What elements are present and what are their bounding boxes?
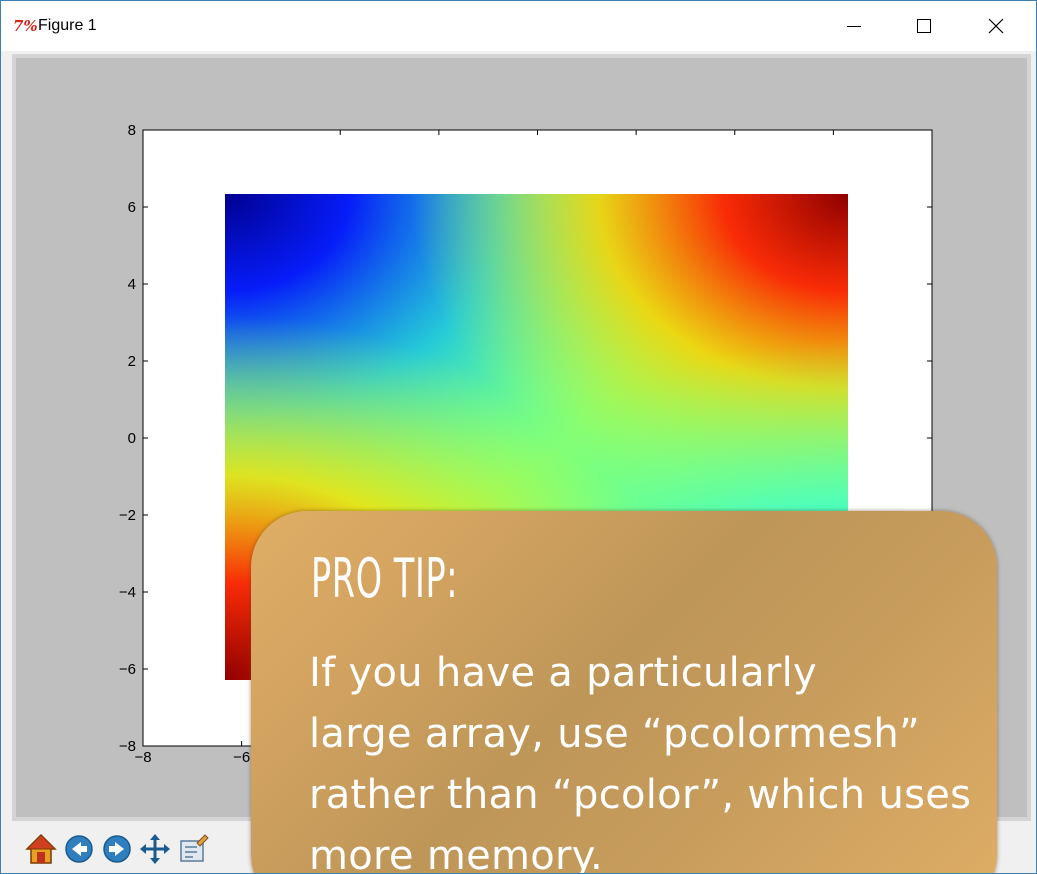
zoom-button[interactable] [175, 831, 211, 867]
home-button[interactable] [23, 831, 59, 867]
y-tick-label: 0 [128, 430, 136, 447]
maximize-icon [917, 19, 931, 33]
back-button[interactable] [61, 831, 97, 867]
minimize-button[interactable] [831, 1, 877, 51]
y-tick-label: −2 [119, 507, 136, 524]
forward-icon [103, 835, 131, 863]
zoom-icon [180, 834, 209, 862]
window-title: Figure 1 [38, 17, 97, 34]
pro-tip-body: If you have a particularly large array, … [309, 643, 1009, 874]
y-tick-label: 4 [128, 276, 136, 293]
close-icon [988, 18, 1004, 34]
y-tick-label: 8 [128, 122, 136, 139]
pro-tip-line: large array, use “pcolormesh” [309, 711, 921, 757]
home-icon [25, 833, 57, 864]
x-tick-label: −6 [233, 749, 250, 766]
pro-tip-line: more memory. [309, 833, 604, 874]
maximize-button[interactable] [901, 1, 947, 51]
pan-button[interactable] [137, 831, 173, 867]
y-tick-label: −6 [119, 661, 136, 678]
minimize-icon [847, 26, 861, 27]
pro-tip-card: PRO TIP: If you have a particularly larg… [251, 511, 997, 873]
tk-feather-icon: 7% [13, 17, 38, 35]
y-tick-label: 2 [128, 353, 136, 370]
close-button[interactable] [973, 1, 1019, 51]
x-tick-label: −8 [134, 749, 151, 766]
pro-tip-line: rather than “pcolor”, which uses [309, 772, 972, 818]
pro-tip-title: PRO TIP: [311, 547, 459, 610]
app-window: 7% Figure 1 8 6 4 2 0 −2 −4 −6 −8 −8 −6 … [0, 0, 1037, 874]
forward-button[interactable] [99, 831, 135, 867]
y-tick-label: −4 [119, 584, 136, 601]
back-icon [65, 835, 93, 863]
y-tick-label: 6 [128, 199, 136, 216]
y-tick-label: −8 [119, 738, 136, 755]
title-bar[interactable]: 7% Figure 1 [1, 1, 1036, 51]
pro-tip-line: If you have a particularly [309, 650, 818, 696]
pan-icon [140, 834, 170, 864]
